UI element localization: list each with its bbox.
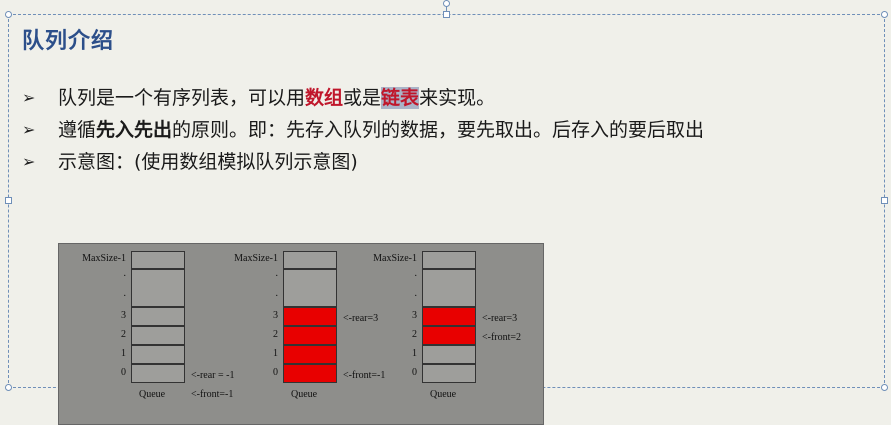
rotate-handle[interactable] xyxy=(443,0,450,7)
row-label: 1 xyxy=(273,348,278,359)
queue-label: Queue xyxy=(139,389,166,400)
row-label: 1 xyxy=(412,348,417,359)
queue-cell xyxy=(131,364,185,383)
row-label: MaxSize-1 xyxy=(234,253,278,264)
queue-label: Queue xyxy=(291,389,318,400)
queue-cell xyxy=(131,251,185,269)
row-label: 0 xyxy=(121,367,126,378)
keyword-fifo: 先入先出 xyxy=(96,119,173,141)
bullet-2-text-a: 遵循 xyxy=(58,119,97,141)
bullet-1-text-b: 或是 xyxy=(343,87,382,109)
queue-cell xyxy=(422,345,476,364)
queue-cell xyxy=(422,307,476,326)
row-label: MaxSize-1 xyxy=(373,253,417,264)
queue-cell xyxy=(283,326,337,345)
row-label: 3 xyxy=(273,310,278,321)
row-label: . xyxy=(414,288,418,299)
row-label: . xyxy=(414,268,418,279)
bullet-arrow-icon: ➢ xyxy=(22,88,36,107)
row-label: 3 xyxy=(412,310,417,321)
queue-diagram: MaxSize-1.. 3 2 1 0 <-rear = -1 <-front=-1 Queu… xyxy=(58,243,544,425)
slide-canvas[interactable]: 队列介绍 ➢ 队列是一个有序列表，可以用数组或是链表来实现。 ➢ 遵循先入先出的… xyxy=(0,0,891,425)
bullet-2-text-b: 的原则。即：先存入队列的数据，要先取出。后存入的要后取出 xyxy=(172,119,705,141)
bullet-arrow-icon: ➢ xyxy=(22,152,36,171)
row-label: 1 xyxy=(121,348,126,359)
pointer-annotation: <-rear=3 xyxy=(343,313,379,324)
row-label: 3 xyxy=(121,310,126,321)
keyword-array: 数组 xyxy=(305,87,344,109)
slide-title: 队列介绍 xyxy=(22,29,115,54)
bullet-list[interactable]: ➢ 队列是一个有序列表，可以用数组或是链表来实现。 ➢ 遵循先入先出的原则。即：… xyxy=(22,86,882,182)
resize-handle-bottom-right[interactable] xyxy=(881,384,888,391)
bullet-1-text-c: 来实现。 xyxy=(419,87,496,109)
pointer-annotation: <-rear = -1 xyxy=(191,370,235,381)
row-label: . xyxy=(123,268,127,279)
row-label: . xyxy=(275,268,279,279)
row-label: 0 xyxy=(273,367,278,378)
queue-cell xyxy=(283,364,337,383)
row-label: . xyxy=(123,288,127,299)
queue-cell xyxy=(422,269,476,307)
queue-cell xyxy=(131,269,185,307)
queue-cell xyxy=(131,307,185,326)
keyword-linked-list-selected[interactable]: 链表 xyxy=(381,87,420,109)
queue-cell xyxy=(131,326,185,345)
queue-label: Queue xyxy=(430,389,457,400)
pointer-annotation: <-rear=3 xyxy=(482,313,518,324)
row-label: 0 xyxy=(412,367,417,378)
row-label: . xyxy=(275,288,279,299)
queue-cell xyxy=(283,269,337,307)
pointer-annotation: <-front=-1 xyxy=(343,370,386,381)
resize-handle-top[interactable] xyxy=(443,11,450,18)
queue-cell xyxy=(283,307,337,326)
resize-handle-top-left[interactable] xyxy=(5,11,12,18)
pointer-annotation: <-front=-1 xyxy=(191,389,234,400)
row-label: 2 xyxy=(121,329,126,340)
resize-handle-top-right[interactable] xyxy=(881,11,888,18)
resize-handle-left[interactable] xyxy=(5,197,12,204)
resize-handle-right[interactable] xyxy=(881,197,888,204)
bullet-item-3[interactable]: ➢ 示意图：(使用数组模拟队列示意图) xyxy=(22,150,882,174)
bullet-item-1[interactable]: ➢ 队列是一个有序列表，可以用数组或是链表来实现。 xyxy=(22,86,882,110)
bullet-arrow-icon: ➢ xyxy=(22,120,36,139)
queue-cell xyxy=(283,251,337,269)
resize-handle-bottom-left[interactable] xyxy=(5,384,12,391)
row-label: MaxSize-1 xyxy=(82,253,126,264)
bullet-item-2[interactable]: ➢ 遵循先入先出的原则。即：先存入队列的数据，要先取出。后存入的要后取出 xyxy=(22,118,882,142)
queue-cell xyxy=(422,251,476,269)
queue-cell xyxy=(422,326,476,345)
row-label: 2 xyxy=(273,329,278,340)
bullet-3-text: 示意图：(使用数组模拟队列示意图) xyxy=(58,151,358,173)
queue-cell xyxy=(422,364,476,383)
pointer-annotation: <-front=2 xyxy=(482,332,522,343)
row-label: 2 xyxy=(412,329,417,340)
queue-cell xyxy=(131,345,185,364)
queue-cell xyxy=(283,345,337,364)
bullet-1-text-a: 队列是一个有序列表，可以用 xyxy=(58,87,306,109)
